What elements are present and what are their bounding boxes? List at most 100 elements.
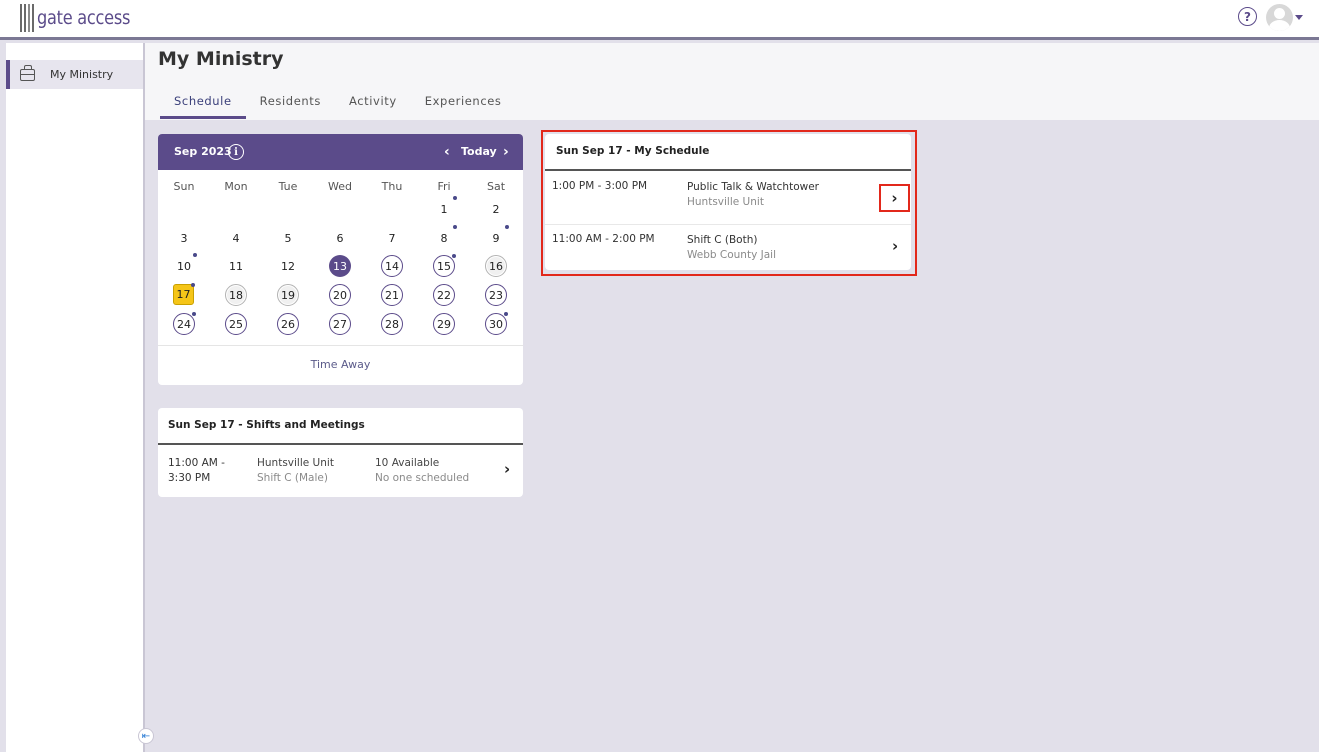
calendar-day[interactable]: 27 xyxy=(329,313,351,335)
shifts-meetings-card: Sun Sep 17 - Shifts and Meetings 11:00 A… xyxy=(158,408,523,497)
event-dot-icon xyxy=(191,283,195,287)
event-dot-icon xyxy=(505,225,509,229)
calendar-day[interactable]: 11 xyxy=(225,255,247,277)
calendar-day[interactable]: 1 xyxy=(433,196,457,220)
shift-location-name: Huntsville Unit xyxy=(257,457,334,469)
prev-month-icon[interactable]: ‹ xyxy=(444,144,450,160)
calendar-day[interactable]: 15 xyxy=(433,254,456,277)
calendar-day-number: 27 xyxy=(333,317,347,331)
calendar-day[interactable]: 29 xyxy=(433,313,455,335)
calendar-day-number: 29 xyxy=(437,317,451,331)
briefcase-icon xyxy=(20,64,35,81)
collapse-sidebar-icon[interactable]: ⇤ xyxy=(138,728,154,744)
calendar-day-number: 13 xyxy=(333,259,347,273)
calendar-day[interactable]: 17 xyxy=(173,283,195,305)
weekday-label: Mon xyxy=(224,180,248,193)
calendar-day[interactable]: 4 xyxy=(225,227,247,249)
weekday-label: Fri xyxy=(437,180,451,193)
calendar-day[interactable]: 20 xyxy=(329,284,351,306)
calendar-month-label: Sep 2023 xyxy=(174,145,232,158)
calendar-day-number: 18 xyxy=(229,288,243,302)
time-away-link[interactable]: Time Away xyxy=(158,358,523,371)
gate-access-logo[interactable]: gate access xyxy=(20,3,147,33)
shifts-card-title: Sun Sep 17 - Shifts and Meetings xyxy=(168,419,365,431)
event-dot-icon xyxy=(452,254,456,258)
calendar-day[interactable]: 6 xyxy=(329,227,351,249)
calendar-day[interactable]: 19 xyxy=(277,284,299,306)
calendar-day[interactable]: 3 xyxy=(173,227,195,249)
event-dot-icon xyxy=(453,225,457,229)
calendar-day[interactable]: 30 xyxy=(485,312,508,335)
calendar-day[interactable]: 18 xyxy=(225,284,247,306)
schedule-location: Webb County Jail xyxy=(687,249,776,261)
info-icon[interactable]: i xyxy=(228,144,244,160)
shift-available-count: 10 Available xyxy=(375,457,440,469)
shift-location: Huntsville Unit Shift C (Male) xyxy=(257,456,334,486)
divider xyxy=(158,345,523,346)
calendar-day[interactable]: 9 xyxy=(485,225,509,249)
calendar-day-number: 9 xyxy=(492,231,500,245)
calendar-day-number: 20 xyxy=(333,288,347,302)
calendar-day[interactable]: 8 xyxy=(433,225,457,249)
calendar-day-number: 3 xyxy=(180,231,188,245)
calendar-day-number: 8 xyxy=(440,231,448,245)
weekday-label: Thu xyxy=(381,180,403,193)
tab-schedule[interactable]: Schedule xyxy=(160,93,246,119)
sidebar-item-label: My Ministry xyxy=(50,68,114,81)
calendar-day[interactable]: 14 xyxy=(381,255,403,277)
shift-scheduled-status: No one scheduled xyxy=(375,472,470,484)
schedule-name: Shift C (Both) xyxy=(687,234,758,246)
user-avatar-icon[interactable] xyxy=(1266,4,1293,31)
calendar-day[interactable]: 12 xyxy=(277,255,299,277)
calendar-day[interactable]: 10 xyxy=(173,253,197,277)
calendar-day[interactable]: 16 xyxy=(485,255,507,277)
tab-bar: Schedule Residents Activity Experiences xyxy=(160,93,516,119)
today-button[interactable]: Today xyxy=(461,145,497,158)
calendar-day-number: 30 xyxy=(489,317,503,331)
calendar-day-number: 17 xyxy=(176,288,191,301)
logo-text: gate access xyxy=(37,7,131,29)
shift-availability: 10 Available No one scheduled xyxy=(375,456,469,486)
weekday-label: Sun xyxy=(173,180,195,193)
tab-residents[interactable]: Residents xyxy=(246,93,335,119)
event-dot-icon xyxy=(192,312,196,316)
page-title: My Ministry xyxy=(158,48,284,70)
calendar-day-number: 7 xyxy=(388,231,396,245)
calendar-day[interactable]: 22 xyxy=(433,284,455,306)
calendar-day[interactable]: 25 xyxy=(225,313,247,335)
calendar-day[interactable]: 2 xyxy=(485,198,507,220)
tab-activity[interactable]: Activity xyxy=(335,93,411,119)
chevron-right-icon[interactable]: › xyxy=(504,460,510,478)
calendar-day-number: 28 xyxy=(385,317,399,331)
schedule-row[interactable]: 1:00 PM - 3:00 PM Public Talk & Watchtow… xyxy=(545,171,911,224)
account-caret-icon[interactable] xyxy=(1295,15,1303,20)
sidebar: My Ministry xyxy=(0,43,145,752)
calendar-day-number: 24 xyxy=(177,317,191,331)
calendar-day-number: 5 xyxy=(284,231,292,245)
calendar-day[interactable]: 7 xyxy=(381,227,403,249)
chevron-right-icon[interactable]: › xyxy=(892,237,898,255)
calendar-day[interactable]: 24 xyxy=(173,312,196,335)
help-icon[interactable]: ? xyxy=(1238,7,1257,26)
schedule-row[interactable]: 11:00 AM - 2:00 PM Shift C (Both) Webb C… xyxy=(545,224,911,277)
logo-bars-icon xyxy=(20,4,34,32)
calendar-day[interactable]: 28 xyxy=(381,313,403,335)
calendar-day[interactable]: 5 xyxy=(277,227,299,249)
calendar-day[interactable]: 23 xyxy=(485,284,507,306)
weekday-label: Tue xyxy=(278,180,298,193)
shift-time: 11:00 AM - 3:30 PM xyxy=(168,457,225,484)
calendar-day-number: 25 xyxy=(229,317,243,331)
event-dot-icon xyxy=(193,253,197,257)
chevron-right-icon[interactable]: › xyxy=(879,184,910,212)
calendar-day-number: 22 xyxy=(437,288,451,302)
top-bar: gate access ? xyxy=(0,0,1319,40)
calendar-day[interactable]: 26 xyxy=(277,313,299,335)
next-month-icon[interactable]: › xyxy=(503,144,509,160)
calendar-day[interactable]: 21 xyxy=(381,284,403,306)
calendar-day-number: 19 xyxy=(281,288,295,302)
tab-experiences[interactable]: Experiences xyxy=(411,93,516,119)
calendar-day-number: 26 xyxy=(281,317,295,331)
sidebar-item-my-ministry[interactable]: My Ministry xyxy=(6,60,143,89)
calendar-day[interactable]: 13 xyxy=(329,255,351,277)
weekday-label: Wed xyxy=(328,180,352,193)
